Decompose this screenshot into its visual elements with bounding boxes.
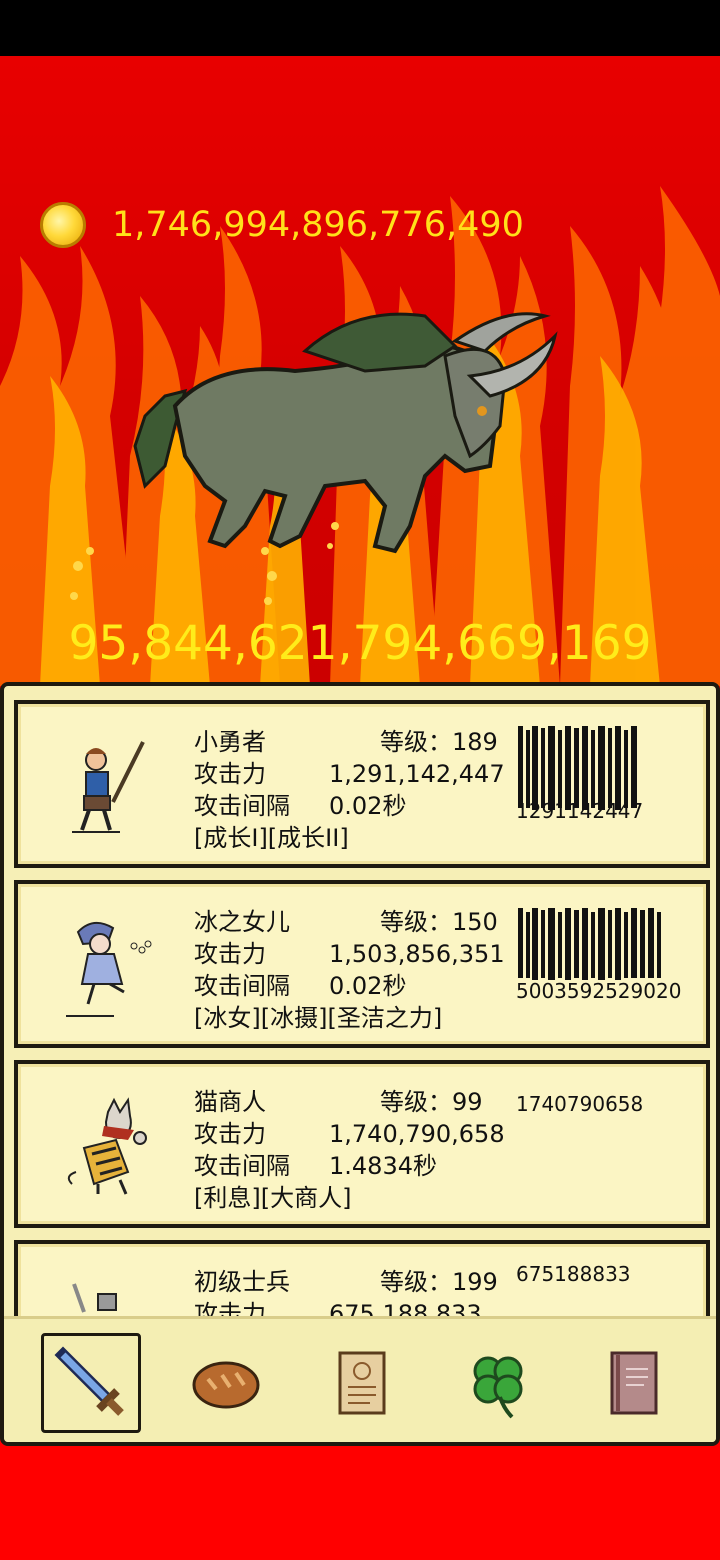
tab-book[interactable] [584, 1333, 684, 1433]
hero-name: 猫商人 [194, 1088, 266, 1116]
attack-label: 攻击力 [194, 940, 266, 968]
hero-panel: 小勇者 等级：189 攻击力 1,291,142,447 攻击间隔 0.02秒 [成长… [0, 682, 720, 1446]
tab-food[interactable] [176, 1333, 276, 1433]
hero-list[interactable]: 小勇者 等级：189 攻击力 1,291,142,447 攻击间隔 0.02秒 [成长… [4, 686, 716, 1316]
hero-card-cat-merchant[interactable]: 猫商人 等级：99 攻击力 1,740,790,658 攻击间隔 1.4834秒 [利… [14, 1060, 710, 1228]
attack-value: 1,291,142,447 [329, 760, 505, 788]
interval-label: 攻击间隔 [194, 792, 290, 820]
interval-value: 1.4834秒 [329, 1152, 437, 1180]
sword-icon [54, 1346, 124, 1416]
tab-scroll[interactable] [312, 1333, 412, 1433]
hero-level: 等级：199 [380, 1268, 498, 1296]
damage-number-stack: 5003592529020 [516, 908, 681, 1002]
gold-counter: 1,746,994,896,776,490 [40, 200, 524, 250]
bread-icon [192, 1361, 260, 1409]
gold-coin-icon [40, 202, 86, 248]
attack-label: 攻击力 [194, 760, 266, 788]
interval-label: 攻击间隔 [194, 972, 290, 1000]
hero-card-young-hero[interactable]: 小勇者 等级：189 攻击力 1,291,142,447 攻击间隔 0.02秒 [成长… [14, 700, 710, 868]
hero-tags: [成长I][成长II] [194, 824, 349, 852]
damage-number: 5003592529020 [516, 979, 681, 1002]
spellbook-icon [610, 1351, 658, 1415]
attack-label: 攻击力 [194, 1120, 266, 1148]
bottom-tab-bar [4, 1316, 716, 1442]
tab-heroes[interactable] [41, 1333, 141, 1433]
ice-daughter-icon [66, 921, 152, 1017]
attack-value: 1,740,790,658 [329, 1120, 505, 1148]
young-hero-with-spear-icon [72, 741, 145, 833]
junior-soldier-icon [72, 1283, 117, 1313]
minotaur-bull-sprite[interactable] [125, 296, 575, 566]
damage-number: 675188833 [516, 1262, 631, 1286]
hero-level: 等级：189 [380, 728, 498, 756]
hero-tags: [冰女][冰摄][圣洁之力] [194, 1004, 443, 1032]
interval-value: 0.02秒 [329, 972, 407, 1000]
four-leaf-clover-icon [473, 1356, 523, 1419]
status-bar [0, 0, 720, 56]
hero-level: 等级：99 [380, 1088, 483, 1116]
hero-name: 小勇者 [194, 728, 266, 756]
battle-scene[interactable]: 1,746,994,896,776,490 95,844,621,794,669… [0, 56, 720, 686]
hero-name: 冰之女儿 [194, 908, 290, 936]
hero-tags: [利息][大商人] [194, 1184, 352, 1212]
interval-label: 攻击间隔 [194, 1152, 290, 1180]
hero-name: 初级士兵 [194, 1268, 290, 1296]
attack-value: 1,503,856,351 [329, 940, 505, 968]
interval-value: 0.02秒 [329, 792, 407, 820]
hero-card-junior-soldier[interactable]: 初级士兵 等级：199 攻击力 675,188,833 675188833 [14, 1240, 710, 1316]
bottom-area [0, 1446, 720, 1560]
attack-label: 攻击力 [194, 1300, 266, 1316]
cat-merchant-icon [67, 1097, 147, 1195]
monster-hp: 95,844,621,794,669,169 [68, 616, 652, 671]
tab-luck[interactable] [448, 1333, 548, 1433]
attack-value: 675,188,833 [329, 1300, 482, 1316]
hero-card-ice-daughter[interactable]: 冰之女儿 等级：150 攻击力 1,503,856,351 攻击间隔 0.02秒 [冰… [14, 880, 710, 1048]
scroll-icon [338, 1351, 386, 1415]
damage-number: 1740790658 [516, 1092, 644, 1116]
damage-number-stack: 1291142447 [516, 726, 643, 822]
gold-amount: 1,746,994,896,776,490 [112, 205, 524, 245]
hero-level: 等级：150 [380, 908, 498, 936]
